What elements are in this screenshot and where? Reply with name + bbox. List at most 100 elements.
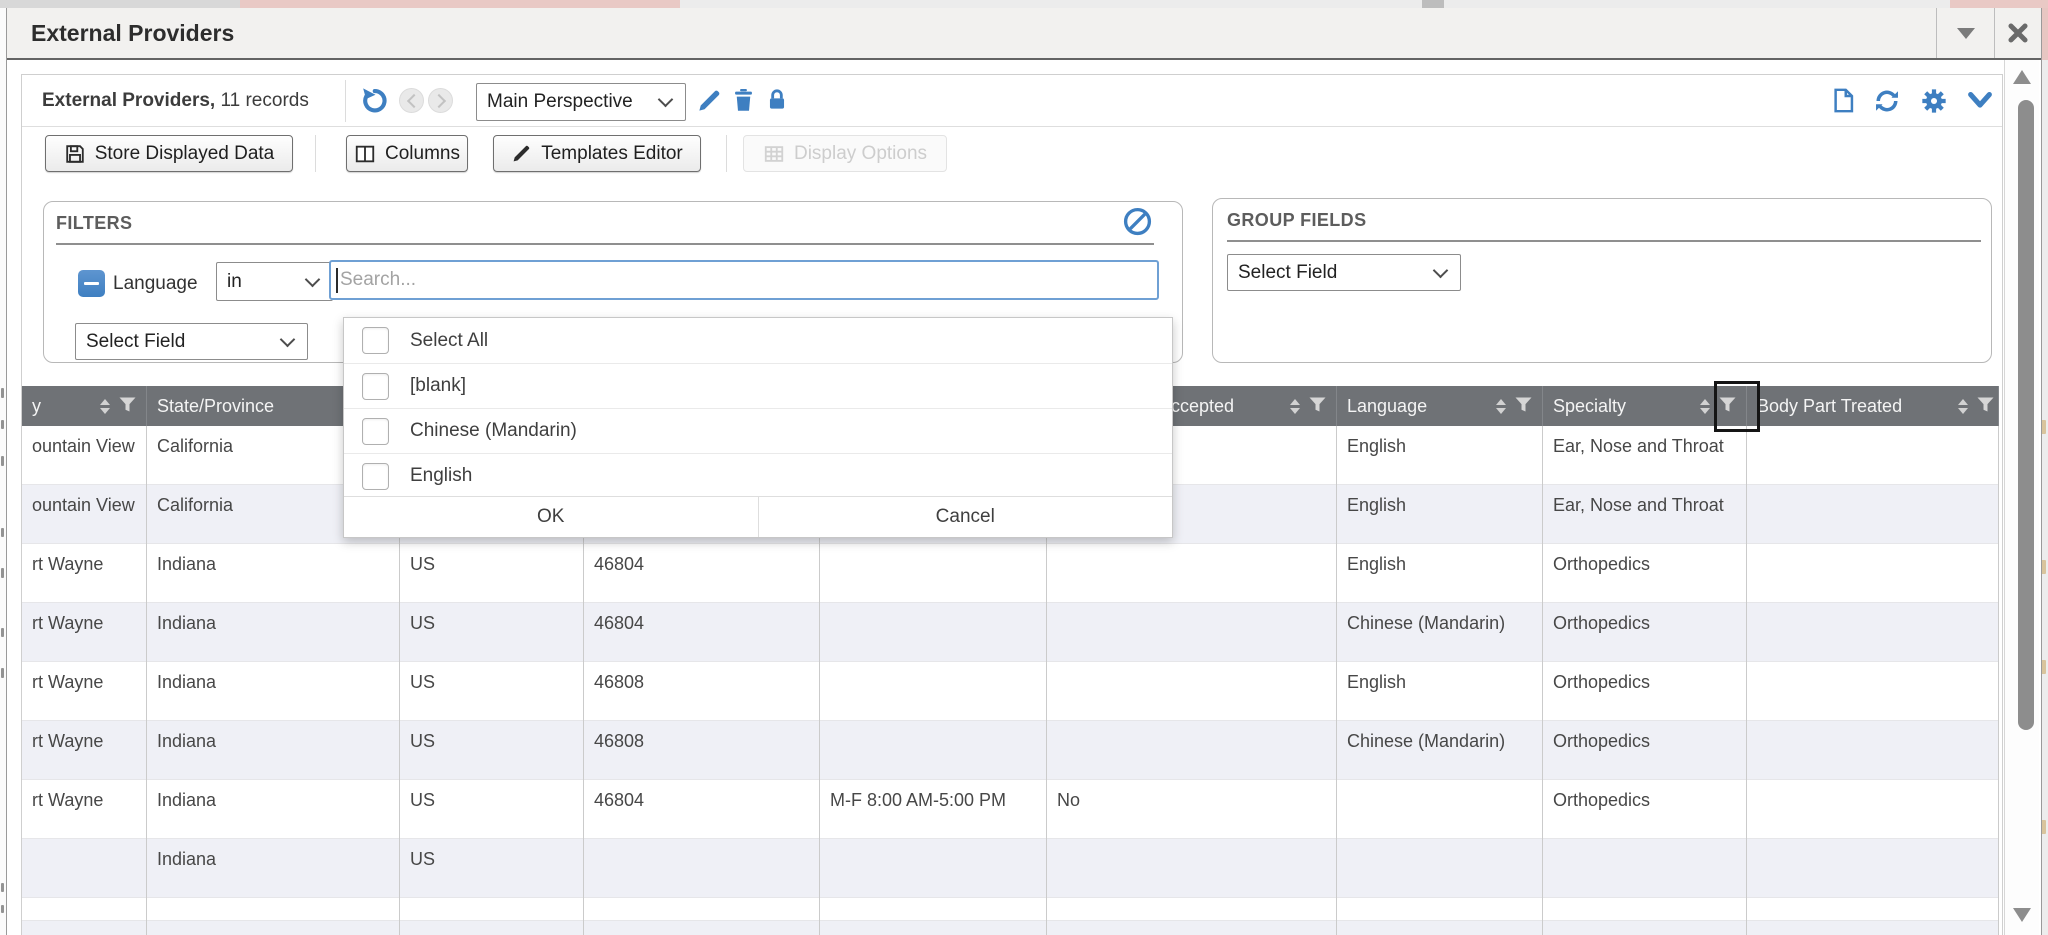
delete-perspective-button[interactable]: [730, 86, 757, 119]
sort-icon[interactable]: [1700, 399, 1710, 414]
table-cell-office-hours[interactable]: [820, 721, 1047, 780]
table-cell-country[interactable]: US: [400, 603, 584, 662]
checkbox[interactable]: [362, 373, 389, 400]
sort-icon[interactable]: [100, 399, 110, 414]
columns-button[interactable]: Columns: [346, 135, 468, 172]
dropdown-option[interactable]: Select All: [344, 318, 1172, 363]
table-cell-language[interactable]: Chinese (Mandarin): [1337, 603, 1543, 662]
table-cell-specialty[interactable]: [1543, 921, 1747, 935]
table-cell-office-hours[interactable]: [820, 662, 1047, 721]
table-cell-body-part-treated[interactable]: [1747, 921, 1999, 935]
table-cell-office-hours[interactable]: [820, 544, 1047, 603]
table-cell-country[interactable]: US: [400, 780, 584, 839]
table-cell-language[interactable]: English: [1337, 544, 1543, 603]
scrollbar-thumb[interactable]: [2018, 100, 2034, 730]
table-cell-body-part-treated[interactable]: [1747, 662, 1999, 721]
clear-filters-button[interactable]: [1122, 206, 1153, 242]
table-cell-specialty[interactable]: Orthopedics: [1543, 544, 1747, 603]
table-cell-specialty[interactable]: Orthopedics: [1543, 603, 1747, 662]
table-cell-specialty[interactable]: Ear, Nose and Throat: [1543, 485, 1747, 544]
table-cell-body-part-treated[interactable]: [1747, 603, 1999, 662]
table-cell-country[interactable]: US: [400, 662, 584, 721]
table-cell-accepted[interactable]: [1047, 662, 1337, 721]
lock-perspective-button[interactable]: [764, 86, 790, 119]
table-cell-state-province[interactable]: Indiana: [147, 603, 400, 662]
table-cell-accepted[interactable]: [1047, 839, 1337, 898]
table-cell-postal-code[interactable]: 46804: [584, 603, 820, 662]
table-cell-country[interactable]: [400, 921, 584, 935]
table-cell-city[interactable]: [22, 839, 147, 898]
settings-button[interactable]: [1920, 87, 1948, 120]
table-cell-language[interactable]: English: [1337, 485, 1543, 544]
sort-icon[interactable]: [1496, 399, 1506, 414]
table-cell-language[interactable]: English: [1337, 662, 1543, 721]
table-row[interactable]: rt WayneIndianaUS46808EnglishOrthopedics: [22, 662, 1999, 721]
table-cell-office-hours[interactable]: [820, 603, 1047, 662]
table-cell-body-part-treated[interactable]: [1747, 780, 1999, 839]
table-cell-state-province[interactable]: Indiana: [147, 721, 400, 780]
table-cell-body-part-treated[interactable]: [1747, 485, 1999, 544]
sort-icon[interactable]: [1958, 399, 1968, 414]
filter-icon[interactable]: [1515, 396, 1532, 417]
table-cell-city[interactable]: rt Wayne: [22, 662, 147, 721]
table-cell-office-hours[interactable]: [820, 839, 1047, 898]
table-cell-body-part-treated[interactable]: [1747, 426, 1999, 485]
table-cell-accepted[interactable]: [1047, 921, 1337, 935]
nav-forward-button[interactable]: [428, 88, 453, 113]
nav-back-button[interactable]: [399, 88, 424, 113]
table-cell-country[interactable]: US: [400, 839, 584, 898]
table-cell-state-province[interactable]: [147, 921, 400, 935]
table-cell-language[interactable]: Chinese (Mandarin): [1337, 721, 1543, 780]
new-record-button[interactable]: [1830, 86, 1857, 120]
table-cell-state-province[interactable]: Indiana: [147, 544, 400, 603]
table-cell-body-part-treated[interactable]: [1747, 839, 1999, 898]
perspective-select[interactable]: Main Perspective: [476, 83, 686, 121]
vertical-scrollbar[interactable]: [2004, 60, 2039, 935]
table-cell-language[interactable]: [1337, 839, 1543, 898]
templates-editor-button[interactable]: Templates Editor: [493, 135, 701, 172]
table-cell-state-province[interactable]: [147, 898, 400, 921]
table-cell-language[interactable]: [1337, 780, 1543, 839]
filter-icon[interactable]: [119, 396, 136, 417]
table-cell-specialty[interactable]: [1543, 898, 1747, 921]
table-cell-city[interactable]: rt Wayne: [22, 544, 147, 603]
table-cell-city[interactable]: [22, 898, 147, 921]
table-cell-language[interactable]: [1337, 898, 1543, 921]
table-row[interactable]: rt WayneIndianaUS46804M-F 8:00 AM-5:00 P…: [22, 780, 1999, 839]
dialog-close-button[interactable]: [1995, 8, 2041, 58]
table-cell-specialty[interactable]: Orthopedics: [1543, 721, 1747, 780]
table-cell-postal-code[interactable]: 46808: [584, 662, 820, 721]
column-header-language[interactable]: Language: [1337, 386, 1543, 426]
table-cell-language[interactable]: [1337, 921, 1543, 935]
dropdown-option[interactable]: Chinese (Mandarin): [344, 408, 1172, 453]
remove-filter-button[interactable]: [78, 270, 105, 297]
table-cell-city[interactable]: rt Wayne: [22, 721, 147, 780]
filter-search-input[interactable]: [329, 260, 1159, 300]
table-row[interactable]: IndianaUS: [22, 839, 1999, 898]
table-cell-city[interactable]: rt Wayne: [22, 603, 147, 662]
scroll-up-arrow-icon[interactable]: [2013, 70, 2031, 84]
table-row[interactable]: [22, 898, 1999, 921]
table-cell-country[interactable]: US: [400, 721, 584, 780]
table-row[interactable]: rt WayneIndianaUS46804 Chinese (Mandarin)…: [22, 603, 1999, 662]
table-cell-city[interactable]: [22, 921, 147, 935]
filter-icon[interactable]: [1309, 396, 1326, 417]
group-field-select[interactable]: Select Field: [1227, 254, 1461, 291]
table-cell-postal-code[interactable]: 46804: [584, 544, 820, 603]
add-filter-field-select[interactable]: Select Field: [75, 323, 308, 360]
table-cell-postal-code[interactable]: [584, 898, 820, 921]
undo-button[interactable]: [360, 86, 390, 120]
table-cell-specialty[interactable]: [1543, 839, 1747, 898]
dropdown-option[interactable]: [blank]: [344, 363, 1172, 408]
table-row[interactable]: [22, 921, 1999, 935]
table-cell-postal-code[interactable]: 46808: [584, 721, 820, 780]
table-cell-state-province[interactable]: Indiana: [147, 662, 400, 721]
table-cell-specialty[interactable]: Ear, Nose and Throat: [1543, 426, 1747, 485]
table-cell-body-part-treated[interactable]: [1747, 544, 1999, 603]
checkbox[interactable]: [362, 327, 389, 354]
table-cell-accepted[interactable]: [1047, 898, 1337, 921]
table-cell-body-part-treated[interactable]: [1747, 898, 1999, 921]
table-cell-accepted[interactable]: [1047, 544, 1337, 603]
refresh-button[interactable]: [1873, 87, 1901, 120]
table-cell-postal-code[interactable]: [584, 921, 820, 935]
